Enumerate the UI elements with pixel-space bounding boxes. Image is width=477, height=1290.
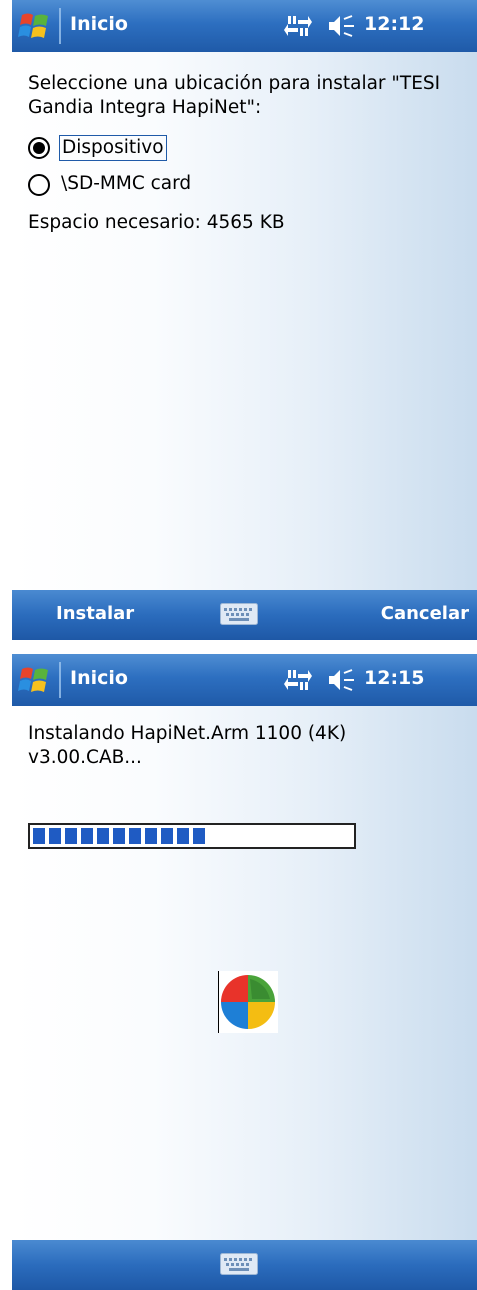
- speaker-muted-icon[interactable]: [327, 667, 355, 693]
- install-button[interactable]: Instalar: [56, 603, 134, 624]
- title-separator: [59, 662, 61, 698]
- progress-segment: [129, 828, 141, 844]
- progress-segment: [145, 828, 157, 844]
- clock[interactable]: 12:12: [364, 13, 424, 35]
- windows-mobile-logo-icon: [218, 971, 278, 1033]
- progress-segment: [177, 828, 189, 844]
- speaker-muted-icon[interactable]: [327, 13, 355, 39]
- windows-start-flag-icon[interactable]: [18, 663, 52, 697]
- progress-segment: [161, 828, 173, 844]
- option-label[interactable]: Dispositivo: [59, 135, 167, 161]
- progress-bar: [28, 823, 356, 849]
- content-area: Seleccione una ubicación para instalar "…: [12, 52, 477, 590]
- start-menu-title[interactable]: Inicio: [70, 13, 128, 35]
- start-menu-title[interactable]: Inicio: [70, 667, 128, 689]
- progress-segment: [33, 828, 45, 844]
- install-prompt: Seleccione una ubicación para instalar "…: [28, 73, 441, 118]
- option-label[interactable]: \SD-MMC card: [59, 172, 193, 196]
- softkey-bar: Instalar Cancelar: [12, 590, 477, 640]
- connectivity-icon[interactable]: [284, 14, 312, 38]
- connectivity-icon[interactable]: [284, 668, 312, 692]
- progress-segment: [97, 828, 109, 844]
- installing-screen: Inicio 12:15 Instalando HapiNet.Arm 1100…: [12, 654, 477, 1290]
- radio-unselected[interactable]: [28, 174, 50, 196]
- progress-segment: [193, 828, 205, 844]
- content-area: Instalando HapiNet.Arm 1100 (4K) v3.00.C…: [12, 706, 477, 1240]
- install-location-screen: Inicio 12:12 Seleccione una ubicación pa…: [12, 0, 477, 640]
- softkey-bar: [12, 1240, 477, 1290]
- cancel-button[interactable]: Cancelar: [381, 603, 469, 624]
- space-required: Espacio necesario: 4565 KB: [28, 212, 285, 233]
- title-separator: [59, 8, 61, 44]
- progress-segment: [49, 828, 61, 844]
- progress-segment: [81, 828, 93, 844]
- progress-segment: [113, 828, 125, 844]
- keyboard-icon[interactable]: [220, 1253, 258, 1275]
- windows-start-flag-icon[interactable]: [18, 9, 52, 43]
- radio-selected[interactable]: [28, 137, 50, 159]
- keyboard-icon[interactable]: [220, 603, 258, 625]
- progress-segment: [65, 828, 77, 844]
- title-bar: Inicio 12:12: [12, 0, 477, 52]
- progress-fill: [33, 828, 209, 844]
- title-bar: Inicio 12:15: [12, 654, 477, 706]
- clock[interactable]: 12:15: [364, 667, 424, 689]
- install-status: Instalando HapiNet.Arm 1100 (4K) v3.00.C…: [28, 723, 347, 768]
